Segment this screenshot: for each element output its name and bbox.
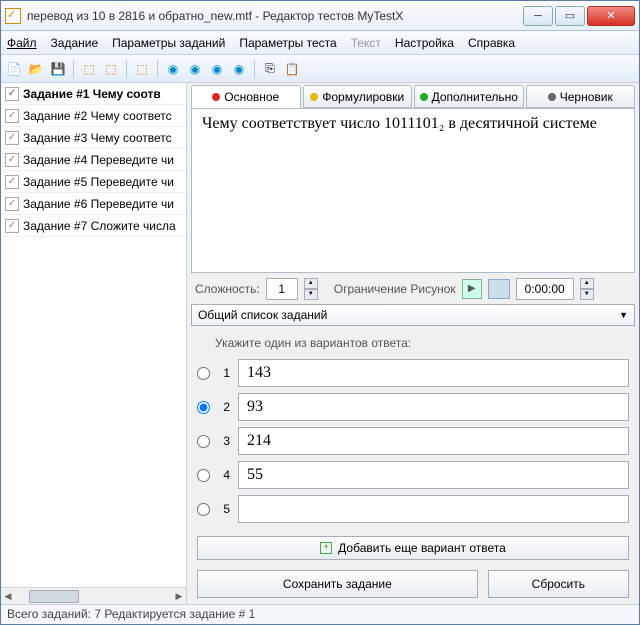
list-item[interactable]: ✓Задание #6 Переведите чи [1,193,186,215]
tree-icon[interactable]: ⬚ [133,60,151,78]
option-input[interactable] [238,393,629,421]
paste-icon[interactable]: 📋 [283,60,301,78]
list-item[interactable]: ✓Задание #5 Переведите чи [1,171,186,193]
new-icon[interactable]: 📄 [5,60,23,78]
limit-label: Ограничение Рисунок [334,282,456,296]
minimize-button[interactable]: ─ [523,6,553,26]
sidebar: ✓Задание #1 Чему соотв ✓Задание #2 Чему … [1,83,187,604]
task-list[interactable]: ✓Задание #1 Чему соотв ✓Задание #2 Чему … [1,83,186,587]
option-number: 2 [218,400,230,414]
options-group: 1 2 3 4 [187,356,639,526]
status-bar: Всего заданий: 7 Редактируется задание #… [1,604,639,624]
window-title: перевод из 10 в 2816 и обратно_new.mtf -… [27,9,523,23]
menu-test-params[interactable]: Параметры теста [239,36,336,50]
tab-main[interactable]: Основное [191,85,301,108]
maximize-button[interactable]: ▭ [555,6,585,26]
menu-file[interactable]: Файл [7,36,37,50]
tab-formulations[interactable]: Формулировки [303,85,413,108]
main-panel: Основное Формулировки Дополнительно Черн… [187,83,639,604]
check-icon: ✓ [5,109,19,123]
option-row: 2 [197,390,629,424]
option-row: 3 [197,424,629,458]
close-button[interactable]: ✕ [587,6,635,26]
tabs: Основное Формулировки Дополнительно Черн… [187,83,639,108]
app-icon [5,8,21,24]
option-number: 5 [218,502,230,516]
list-item[interactable]: ✓Задание #4 Переведите чи [1,149,186,171]
check-icon: ✓ [5,87,19,101]
chevron-down-icon: ▼ [619,310,628,320]
option-number: 3 [218,434,230,448]
task-list-dropdown[interactable]: Общий список заданий▼ [191,304,635,326]
nav-down-icon[interactable]: ◉ [230,60,248,78]
check-icon: ✓ [5,131,19,145]
list-item[interactable]: ✓Задание #7 Сложите числа [1,215,186,237]
menu-task[interactable]: Задание [51,36,99,50]
question-editor[interactable]: Чему соответствует число 1011101₂ в деся… [191,108,635,273]
dot-icon [212,93,220,101]
option-radio[interactable] [197,503,210,516]
plus-icon: + [320,542,332,554]
check-icon: ✓ [5,197,19,211]
menu-help[interactable]: Справка [468,36,515,50]
check-icon: ✓ [5,219,19,233]
list-item[interactable]: ✓Задание #2 Чему соответс [1,105,186,127]
option-row: 4 [197,458,629,492]
dot-icon [310,93,318,101]
dot-icon [548,93,556,101]
option-number: 4 [218,468,230,482]
save-task-button[interactable]: Сохранить задание [197,570,478,598]
menu-settings[interactable]: Настройка [395,36,454,50]
difficulty-stepper[interactable]: ▲▼ [304,278,318,300]
options-prompt: Укажите один из вариантов ответа: [187,326,639,356]
check-icon: ✓ [5,153,19,167]
time-stepper[interactable]: ▲▼ [580,278,594,300]
option-radio[interactable] [197,435,210,448]
toolbar: 📄 📂 💾 ⬚ ⬚ ⬚ ◉ ◉ ◉ ◉ ⎘ 📋 [1,55,639,83]
tree-del-icon[interactable]: ⬚ [102,60,120,78]
option-input[interactable] [238,427,629,455]
save-icon[interactable]: 💾 [49,60,67,78]
params-row: Сложность: ▲▼ Ограничение Рисунок ▶ ▲▼ [187,273,639,304]
option-row: 5 [197,492,629,526]
menubar: Файл Задание Параметры заданий Параметры… [1,31,639,55]
option-radio[interactable] [197,469,210,482]
tree-add-icon[interactable]: ⬚ [80,60,98,78]
nav-back-icon[interactable]: ◉ [164,60,182,78]
scroll-left-icon[interactable]: ◀ [1,589,15,603]
list-item[interactable]: ✓Задание #1 Чему соотв [1,83,186,105]
difficulty-input[interactable] [266,278,298,300]
option-input[interactable] [238,359,629,387]
copy-icon[interactable]: ⎘ [261,60,279,78]
difficulty-label: Сложность: [195,282,260,296]
option-radio[interactable] [197,367,210,380]
option-radio[interactable] [197,401,210,414]
tab-draft[interactable]: Черновик [526,85,636,108]
image-add-icon[interactable]: ▶ [462,279,482,299]
time-input[interactable] [516,278,574,300]
open-icon[interactable]: 📂 [27,60,45,78]
option-row: 1 [197,356,629,390]
option-input[interactable] [238,495,629,523]
app-window: перевод из 10 в 2816 и обратно_new.mtf -… [0,0,640,625]
option-number: 1 [218,366,230,380]
option-input[interactable] [238,461,629,489]
image-preview[interactable] [488,279,510,299]
dot-icon [420,93,428,101]
list-item[interactable]: ✓Задание #3 Чему соответс [1,127,186,149]
horizontal-scrollbar[interactable]: ◀ ▶ [1,587,186,604]
menu-task-params[interactable]: Параметры заданий [112,36,225,50]
add-option-button[interactable]: + Добавить еще вариант ответа [197,536,629,560]
scroll-thumb[interactable] [29,590,79,603]
titlebar[interactable]: перевод из 10 в 2816 и обратно_new.mtf -… [1,1,639,31]
nav-up-icon[interactable]: ◉ [208,60,226,78]
tab-additional[interactable]: Дополнительно [414,85,524,108]
reset-button[interactable]: Сбросить [488,570,629,598]
menu-text: Текст [351,36,381,50]
scroll-right-icon[interactable]: ▶ [172,589,186,603]
check-icon: ✓ [5,175,19,189]
nav-fwd-icon[interactable]: ◉ [186,60,204,78]
